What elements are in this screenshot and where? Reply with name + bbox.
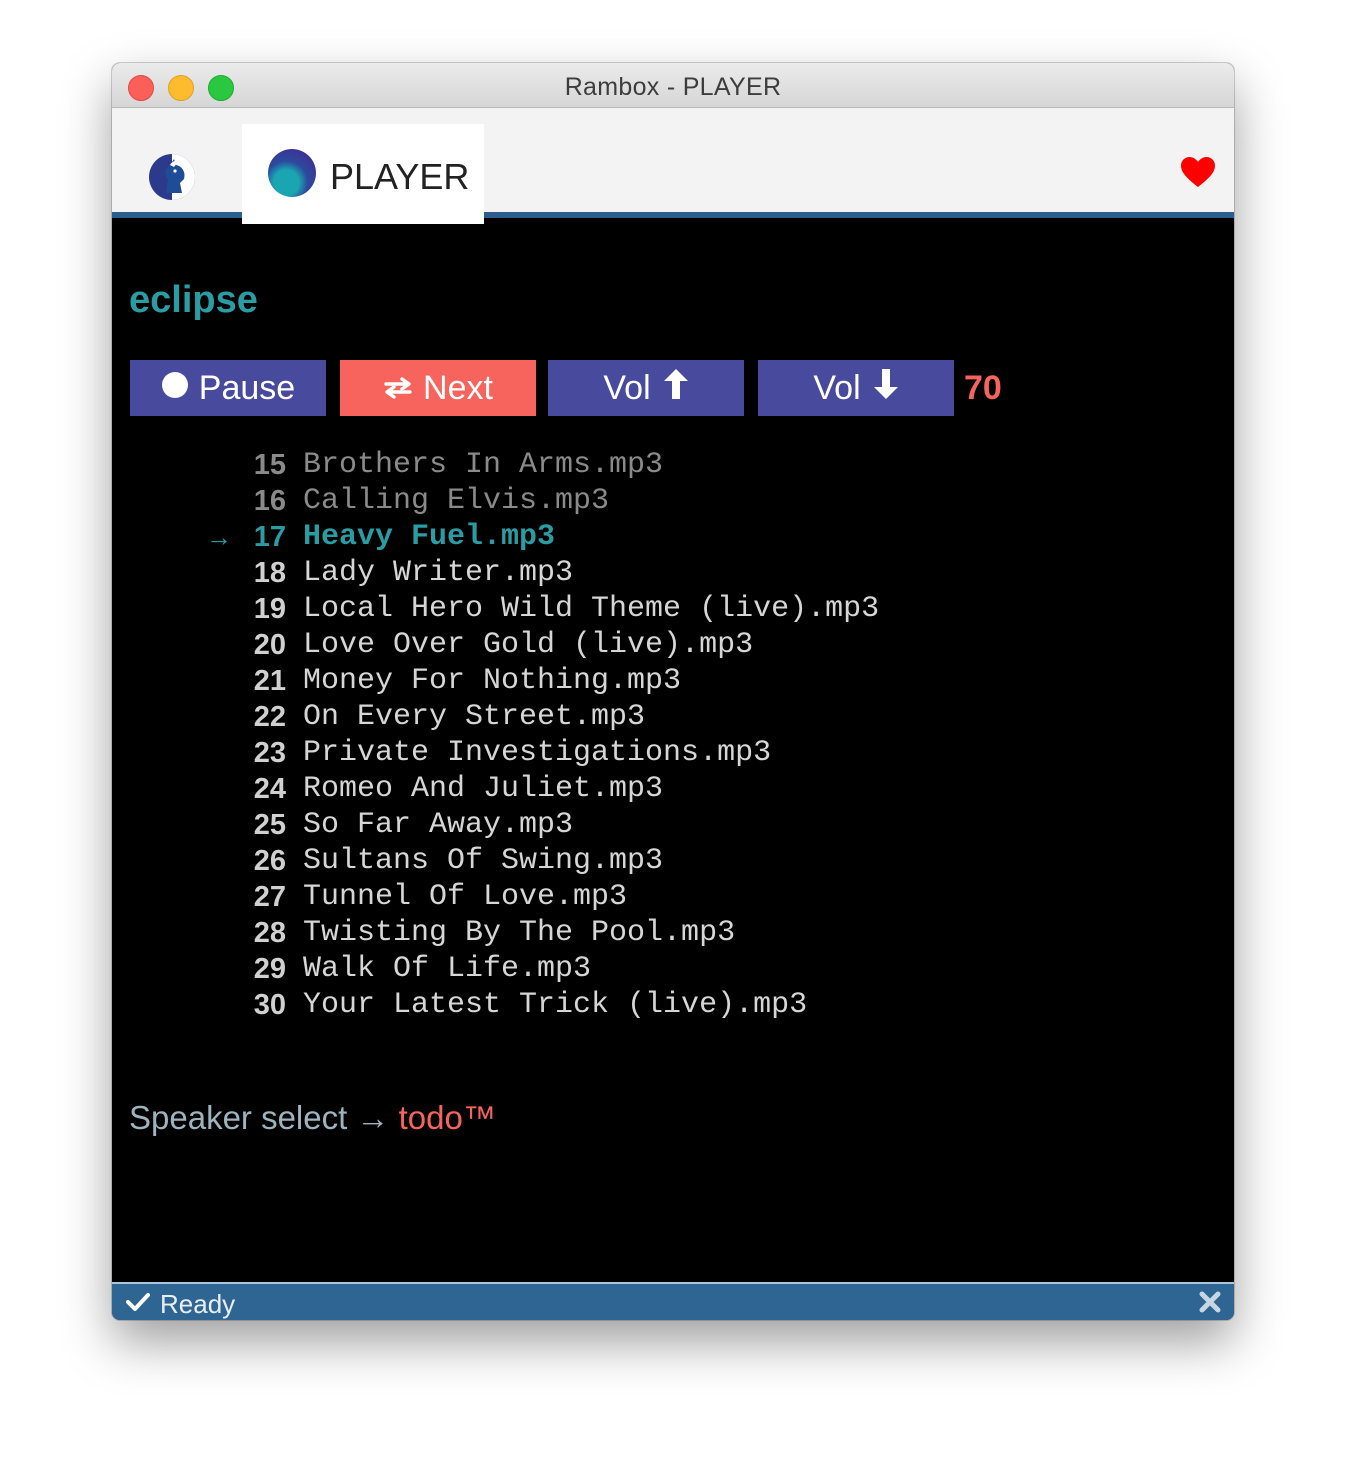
track-name: Love Over Gold (live).mp3 (303, 628, 754, 662)
track-name: Romeo And Juliet.mp3 (303, 772, 664, 806)
track-row[interactable]: 15 Brothers In Arms.mp3 (112, 447, 1234, 483)
track-number: 27 (253, 881, 286, 913)
track-number: 24 (253, 773, 286, 805)
speaker-select: Speaker select → todo™ (129, 1099, 496, 1137)
tab-player-label: PLAYER (330, 156, 470, 197)
track-name: On Every Street.mp3 (303, 700, 646, 734)
tab-rambox-home[interactable] (148, 153, 196, 201)
arrow-down-icon (873, 368, 899, 409)
track-number: 16 (253, 485, 286, 517)
volume-down-button[interactable]: Vol (758, 360, 954, 416)
track-name: Local Hero Wild Theme (live).mp3 (303, 592, 880, 626)
volume-value: 70 (964, 369, 1002, 407)
pause-button-label: Pause (198, 368, 296, 407)
close-icon[interactable] (1198, 1290, 1222, 1314)
track-name: Lady Writer.mp3 (303, 556, 574, 590)
track-row[interactable]: 19 Local Hero Wild Theme (live).mp3 (112, 591, 1234, 627)
player-service-icon (268, 149, 316, 197)
track-name: Money For Nothing.mp3 (303, 664, 682, 698)
tab-player[interactable]: PLAYER (242, 124, 484, 224)
track-number: 30 (253, 989, 286, 1021)
record-circle-icon (161, 369, 189, 408)
track-row[interactable]: 25 So Far Away.mp3 (112, 807, 1234, 843)
track-number: 15 (253, 449, 286, 481)
track-name: Walk Of Life.mp3 (303, 952, 592, 986)
track-number: 25 (253, 809, 286, 841)
track-name: Sultans Of Swing.mp3 (303, 844, 664, 878)
speaker-select-value[interactable]: todo™ (399, 1099, 496, 1136)
status-text: Ready (160, 1289, 236, 1319)
track-list: 15 Brothers In Arms.mp3 16 Calling Elvis.mp… (112, 447, 1234, 1023)
exchange-arrow-icon (383, 369, 413, 408)
track-row[interactable]: 30 Your Latest Trick (live).mp3 (112, 987, 1234, 1023)
volume-up-button[interactable]: Vol (548, 360, 744, 416)
check-icon (126, 1292, 150, 1312)
goat-icon (149, 154, 195, 200)
track-name: Twisting By The Pool.mp3 (303, 916, 736, 950)
heart-icon (1181, 157, 1215, 187)
track-row[interactable]: 26 Sultans Of Swing.mp3 (112, 843, 1234, 879)
track-name: Brothers In Arms.mp3 (303, 448, 664, 482)
host-name: eclipse (129, 279, 258, 321)
volume-down-label: Vol (813, 368, 861, 407)
pause-button[interactable]: Pause (130, 360, 326, 416)
status-bar: Ready (112, 1282, 1234, 1320)
track-row[interactable]: 24 Romeo And Juliet.mp3 (112, 771, 1234, 807)
title-bar[interactable]: Rambox - PLAYER (112, 63, 1234, 108)
track-number: 20 (253, 629, 286, 661)
track-number: 22 (253, 701, 286, 733)
track-row[interactable]: 22 On Every Street.mp3 (112, 699, 1234, 735)
track-name: Heavy Fuel.mp3 (303, 520, 556, 554)
now-playing-arrow-icon: → (206, 522, 232, 552)
favorite-button[interactable] (1180, 156, 1216, 188)
track-row[interactable]: 21 Money For Nothing.mp3 (112, 663, 1234, 699)
track-row[interactable]: → 17 Heavy Fuel.mp3 (112, 519, 1234, 555)
track-number: 21 (253, 665, 286, 697)
track-name: Tunnel Of Love.mp3 (303, 880, 628, 914)
player-webview: eclipse Pause Next Vol Vol 70 15 Brother… (112, 224, 1234, 1282)
track-name: So Far Away.mp3 (303, 808, 574, 842)
volume-up-label: Vol (603, 368, 651, 407)
next-button-label: Next (423, 368, 493, 407)
track-number: 17 (253, 521, 286, 553)
tab-bar: PLAYER (112, 108, 1234, 224)
arrow-up-icon (663, 368, 689, 409)
next-button[interactable]: Next (340, 360, 536, 416)
window-title: Rambox - PLAYER (564, 73, 782, 101)
app-window: Rambox - PLAYER PLAYER eclipse Pause Nex… (112, 63, 1234, 1320)
track-row[interactable]: 16 Calling Elvis.mp3 (112, 483, 1234, 519)
track-row[interactable]: 20 Love Over Gold (live).mp3 (112, 627, 1234, 663)
track-name: Calling Elvis.mp3 (303, 484, 610, 518)
track-name: Private Investigations.mp3 (303, 736, 772, 770)
track-number: 18 (253, 557, 286, 589)
track-number: 28 (253, 917, 286, 949)
speaker-select-label: Speaker select → (129, 1099, 399, 1136)
track-number: 19 (253, 593, 286, 625)
track-number: 26 (253, 845, 286, 877)
track-row[interactable]: 29 Walk Of Life.mp3 (112, 951, 1234, 987)
track-name: Your Latest Trick (live).mp3 (303, 988, 808, 1022)
track-row[interactable]: 18 Lady Writer.mp3 (112, 555, 1234, 591)
track-row[interactable]: 28 Twisting By The Pool.mp3 (112, 915, 1234, 951)
track-row[interactable]: 27 Tunnel Of Love.mp3 (112, 879, 1234, 915)
track-number: 23 (253, 737, 286, 769)
track-row[interactable]: 23 Private Investigations.mp3 (112, 735, 1234, 771)
track-number: 29 (253, 953, 286, 985)
